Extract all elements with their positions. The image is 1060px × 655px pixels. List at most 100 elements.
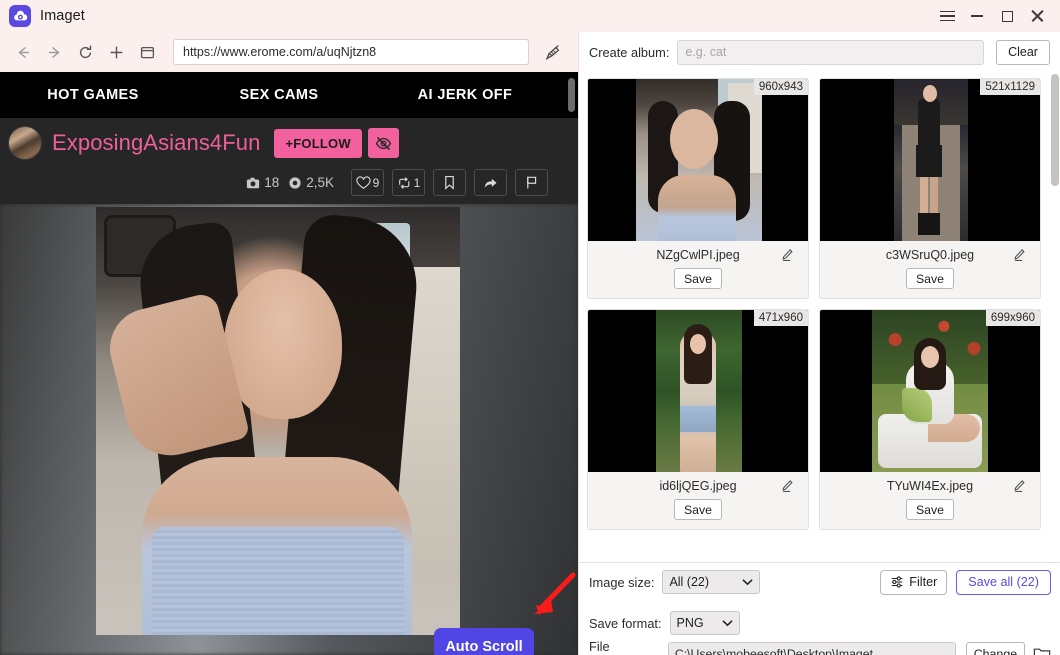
sliders-icon xyxy=(890,575,904,589)
filter-button[interactable]: Filter xyxy=(880,570,947,595)
avatar[interactable] xyxy=(8,126,42,160)
filename-label: NZgCwlPI.jpeg xyxy=(588,248,808,262)
save-format-select[interactable]: PNG xyxy=(670,611,740,635)
share-icon xyxy=(483,176,498,190)
dimensions-badge: 699x960 xyxy=(986,310,1040,326)
filename-label: TYuWI4Ex.jpeg xyxy=(820,479,1040,493)
panel-scrollbar[interactable] xyxy=(1051,74,1059,186)
save-button[interactable]: Save xyxy=(674,499,722,520)
create-album-label: Create album: xyxy=(589,45,669,60)
image-size-value: All (22) xyxy=(669,575,709,589)
flag-icon xyxy=(525,175,538,190)
chevron-down-icon xyxy=(712,619,733,627)
create-album-row: Create album: e.g. cat Clear xyxy=(579,32,1060,72)
username[interactable]: ExposingAsians4Fun xyxy=(52,130,260,156)
thumbnail-card[interactable]: 960x943 NZgCwlPI.jpeg Save xyxy=(587,78,809,299)
thumbnail-grid: 960x943 NZgCwlPI.jpeg Save 521x1129 xyxy=(579,72,1049,530)
plus-icon[interactable] xyxy=(101,37,132,68)
create-album-input[interactable]: e.g. cat xyxy=(677,40,984,65)
nav-item-sex-cams[interactable]: SEX CAMS xyxy=(186,87,372,103)
dimensions-badge: 471x960 xyxy=(754,310,808,326)
cloud-eye-logo-icon xyxy=(9,5,31,27)
title-bar: Imaget xyxy=(0,0,1060,32)
report-button[interactable] xyxy=(515,169,548,196)
view-count-value: 2,5K xyxy=(306,175,334,190)
red-arrow-icon xyxy=(520,572,576,628)
dimensions-badge: 960x943 xyxy=(754,79,808,95)
save-button[interactable]: Save xyxy=(906,268,954,289)
album-stats-row: 18 2,5K 9 1 xyxy=(0,169,578,196)
nav-item-hot-games[interactable]: HOT GAMES xyxy=(0,87,186,103)
reload-icon[interactable] xyxy=(70,37,101,68)
back-arrow-icon[interactable] xyxy=(8,37,39,68)
thumbnail-meta: c3WSruQ0.jpeg Save xyxy=(820,241,1040,298)
hamburger-menu-icon[interactable] xyxy=(932,0,962,32)
address-bar[interactable]: https://www.erome.com/a/uqNjtzn8 xyxy=(173,39,529,65)
album-user-header: ExposingAsians4Fun +FOLLOW xyxy=(0,118,578,204)
save-format-label: Save format: xyxy=(589,616,662,631)
save-format-value: PNG xyxy=(677,616,704,630)
filename-label: id6ljQEG.jpeg xyxy=(588,479,808,493)
nav-item-ai-jerk-off[interactable]: AI JERK OFF xyxy=(372,87,558,103)
thumbnail-image[interactable]: 521x1129 xyxy=(820,79,1040,241)
like-button[interactable]: 9 xyxy=(351,169,384,196)
filename-label: c3WSruQ0.jpeg xyxy=(820,248,1040,262)
bookmark-button[interactable] xyxy=(433,169,466,196)
browser-pane: https://www.erome.com/a/uqNjtzn8 HOT GAM… xyxy=(0,32,578,655)
share-button[interactable] xyxy=(474,169,507,196)
repost-count: 1 xyxy=(414,176,421,190)
camera-icon xyxy=(246,176,260,190)
change-location-button[interactable]: Change xyxy=(966,642,1025,655)
thumbnail-card[interactable]: 699x960 TYuWI4Ex.jpeg Save xyxy=(819,309,1041,530)
maximize-icon[interactable] xyxy=(992,0,1022,32)
save-button[interactable]: Save xyxy=(674,268,722,289)
auto-scroll-button[interactable]: Auto Scroll xyxy=(434,628,534,655)
site-top-nav: HOT GAMES SEX CAMS AI JERK OFF xyxy=(0,72,578,118)
clear-button[interactable]: Clear xyxy=(996,40,1050,65)
image-size-row: Image size: All (22) Filter xyxy=(579,563,1060,601)
eye-icon xyxy=(288,176,302,190)
tab-icon[interactable] xyxy=(132,37,163,68)
thumbnail-card[interactable]: 471x960 id6ljQEG.jpeg Save xyxy=(587,309,809,530)
thumbnail-image[interactable]: 699x960 xyxy=(820,310,1040,472)
follow-button[interactable]: +FOLLOW xyxy=(274,129,361,158)
eye-slash-icon[interactable] xyxy=(368,128,399,158)
folder-icon[interactable] xyxy=(1033,646,1051,655)
imaget-app-window: Imaget xyxy=(0,0,1060,655)
image-size-select[interactable]: All (22) xyxy=(662,570,760,594)
album-photo[interactable] xyxy=(0,204,578,655)
view-count-stat: 2,5K xyxy=(288,175,334,190)
browser-toolbar: https://www.erome.com/a/uqNjtzn8 xyxy=(0,32,578,72)
webpage-scrollbar[interactable] xyxy=(568,78,575,112)
file-location-input[interactable]: C:\Users\mobeesoft\Desktop\Imaget xyxy=(668,642,956,655)
pencil-icon[interactable] xyxy=(780,248,794,267)
web-content: HOT GAMES SEX CAMS AI JERK OFF ExposingA… xyxy=(0,72,578,655)
thumbnail-card[interactable]: 521x1129 c3WSruQ0.jpeg Save xyxy=(819,78,1041,299)
pencil-icon[interactable] xyxy=(1012,248,1026,267)
save-format-row: Save format: PNG xyxy=(579,607,1060,639)
thumbnail-meta: id6ljQEG.jpeg Save xyxy=(588,472,808,529)
broom-icon[interactable] xyxy=(536,37,570,68)
thumbnail-meta: TYuWI4Ex.jpeg Save xyxy=(820,472,1040,529)
heart-icon xyxy=(356,176,371,190)
photo-image xyxy=(96,207,460,635)
follow-label: FOLLOW xyxy=(293,136,351,151)
repost-icon xyxy=(397,176,412,190)
save-all-button[interactable]: Save all (22) xyxy=(956,570,1051,595)
like-count: 9 xyxy=(373,176,380,190)
save-button[interactable]: Save xyxy=(906,499,954,520)
repost-button[interactable]: 1 xyxy=(392,169,425,196)
forward-arrow-icon[interactable] xyxy=(39,37,70,68)
save-settings: Image size: All (22) Filter xyxy=(579,562,1060,655)
thumbnail-grid-scroll-area: 960x943 NZgCwlPI.jpeg Save 521x1129 xyxy=(579,72,1060,562)
pencil-icon[interactable] xyxy=(1012,479,1026,498)
minimize-icon[interactable] xyxy=(962,0,992,32)
filter-label: Filter xyxy=(909,575,937,589)
thumbnail-image[interactable]: 960x943 xyxy=(588,79,808,241)
app-title: Imaget xyxy=(40,8,85,24)
thumbnail-image[interactable]: 471x960 xyxy=(588,310,808,472)
pencil-icon[interactable] xyxy=(780,479,794,498)
chevron-down-icon xyxy=(732,578,753,586)
close-icon[interactable] xyxy=(1022,0,1052,32)
create-album-placeholder: e.g. cat xyxy=(685,45,726,59)
